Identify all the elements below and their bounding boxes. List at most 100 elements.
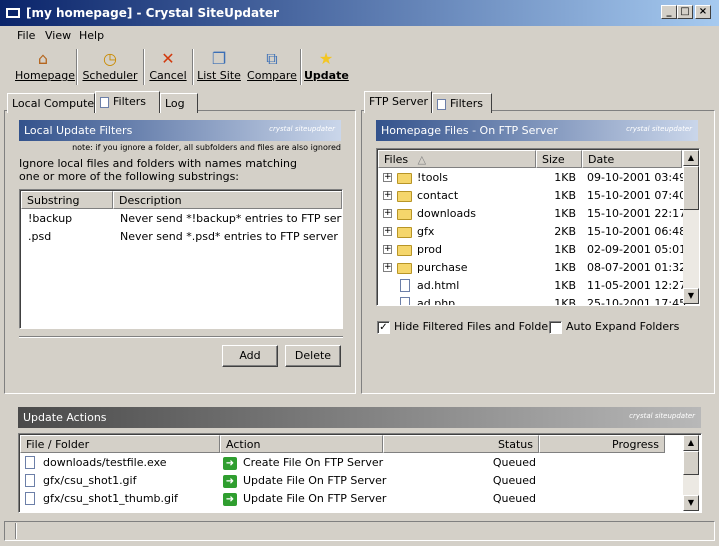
file-size: 1KB [554, 171, 576, 184]
list-site-label: List Site [197, 69, 241, 82]
list-site-button[interactable]: ❐ List Site [197, 47, 241, 87]
scroll-thumb[interactable] [683, 166, 699, 210]
actions-vertical-scrollbar[interactable]: ▲ ▼ [683, 435, 699, 511]
file-date: 25-10-2001 17:45 [587, 297, 687, 306]
file-size: 1KB [554, 189, 576, 202]
ftp-file-tree: Files △ Size Date + !tools 1KB 09-10-2001 0… [376, 148, 700, 306]
action-status: Queued [492, 456, 536, 469]
table-row[interactable]: !backup Never send *!backup* entries to … [20, 210, 342, 228]
update-label: Update [304, 69, 349, 82]
column-header-action[interactable]: Action [220, 435, 383, 453]
column-header-size[interactable]: Size [536, 150, 582, 168]
column-label: Description [119, 194, 182, 207]
expand-icon[interactable]: + [383, 227, 392, 236]
table-row[interactable]: .psd Never send *.psd* entries to FTP se… [20, 228, 342, 246]
tab-filters[interactable]: Filters [95, 91, 160, 113]
tab-label: Log [165, 97, 185, 110]
substring-cell: .psd [28, 230, 52, 243]
file-icon [400, 296, 410, 305]
tab-ftp-server[interactable]: FTP Server [364, 91, 432, 113]
pages-icon: ❐ [211, 49, 227, 68]
close-button[interactable]: × [695, 5, 711, 19]
delete-button[interactable]: Delete [285, 345, 341, 367]
ftp-row[interactable]: + prod 1KB 02-09-2001 05:01 [377, 241, 699, 259]
compare-icon: ⧉ [266, 49, 278, 68]
menu-help[interactable]: Help [79, 29, 104, 42]
tab-local-computer[interactable]: Local Computer [7, 93, 99, 113]
compare-button[interactable]: ⧉ Compare [247, 47, 297, 87]
column-header-file[interactable]: File / Folder [20, 435, 220, 453]
action-file: gfx/csu_shot1_thumb.gif [43, 492, 178, 505]
file-date: 08-07-2001 01:32 [587, 261, 687, 274]
filters-intro-2: one or more of the following substrings: [19, 170, 239, 183]
file-date: 15-10-2001 22:17 [587, 207, 687, 220]
toolbar-separator [192, 49, 194, 85]
action-row[interactable]: gfx/csu_shot1_thumb.gif ➜ Update File On F… [19, 490, 701, 508]
filter-doc-icon [100, 96, 109, 108]
menu-file[interactable]: File [17, 29, 35, 42]
file-date: 15-10-2001 06:48 [587, 225, 687, 238]
ftp-row[interactable]: + contact 1KB 15-10-2001 07:40 [377, 187, 699, 205]
divider [19, 336, 343, 338]
title-bar: [my homepage] - Crystal SiteUpdater _ □ … [0, 0, 719, 26]
folder-icon [397, 189, 412, 202]
column-header-substring[interactable]: Substring [21, 191, 113, 209]
file-date: 02-09-2001 05:01 [587, 243, 687, 256]
scroll-down-button[interactable]: ▼ [683, 288, 699, 304]
menu-bar: File View Help [0, 27, 719, 45]
tab-log[interactable]: Log [160, 93, 198, 113]
compare-label: Compare [247, 69, 297, 82]
green-arrow-icon: ➜ [223, 492, 237, 506]
action-file: downloads/testfile.exe [43, 456, 167, 469]
filters-note: note: if you ignore a folder, all subfol… [72, 143, 341, 152]
column-header-status[interactable]: Status [383, 435, 539, 453]
ftp-vertical-scrollbar[interactable]: ▲ ▼ [683, 150, 699, 304]
green-arrow-icon: ➜ [223, 456, 237, 470]
column-header-files[interactable]: Files △ [378, 150, 536, 168]
ftp-row[interactable]: + !tools 1KB 09-10-2001 03:49 [377, 169, 699, 187]
folder-icon [397, 243, 412, 256]
action-row[interactable]: downloads/testfile.exe ➜ Create File On FT… [19, 454, 701, 472]
app-icon[interactable] [6, 8, 20, 18]
file-name: ad.html [417, 279, 460, 292]
update-button[interactable]: ★ Update [304, 47, 349, 87]
expand-icon[interactable]: + [383, 263, 392, 272]
column-header-description[interactable]: Description [113, 191, 342, 209]
add-button[interactable]: Add [222, 345, 278, 367]
folder-icon [397, 225, 412, 238]
ftp-row[interactable]: ad.php 1KB 25-10-2001 17:45 [377, 295, 699, 306]
cancel-button[interactable]: ✕ Cancel [148, 47, 188, 87]
scroll-up-button[interactable]: ▲ [683, 150, 699, 166]
column-header-progress[interactable]: Progress [539, 435, 665, 453]
file-name: !tools [417, 171, 448, 184]
maximize-button[interactable]: □ [677, 5, 693, 19]
homepage-button[interactable]: ⌂ Homepage [15, 47, 75, 87]
expand-icon[interactable]: + [383, 245, 392, 254]
filters-table: Substring Description !backup Never send… [19, 189, 343, 329]
minimize-button[interactable]: _ [661, 5, 677, 19]
expand-icon[interactable]: + [383, 209, 392, 218]
ftp-row[interactable]: + purchase 1KB 08-07-2001 01:32 [377, 259, 699, 277]
expand-icon[interactable]: + [383, 173, 392, 182]
ftp-row[interactable]: ad.html 1KB 11-05-2001 12:27 [377, 277, 699, 295]
column-label: Substring [27, 194, 80, 207]
action-row[interactable]: gfx/csu_shot1.gif ➜ Update File On FTP Ser… [19, 472, 701, 490]
scheduler-button[interactable]: ◷ Scheduler [82, 47, 138, 87]
action-file: gfx/csu_shot1.gif [43, 474, 137, 487]
expand-icon[interactable]: + [383, 191, 392, 200]
scroll-thumb[interactable] [683, 451, 699, 475]
ftp-row[interactable]: + downloads 1KB 15-10-2001 22:17 [377, 205, 699, 223]
scroll-down-button[interactable]: ▼ [683, 495, 699, 511]
ftp-row[interactable]: + gfx 2KB 15-10-2001 06:48 [377, 223, 699, 241]
menu-view[interactable]: View [45, 29, 71, 42]
tab-ftp-filters[interactable]: Filters [432, 93, 492, 113]
hide-filtered-checkbox[interactable]: ✓ [377, 321, 390, 334]
scroll-up-button[interactable]: ▲ [683, 435, 699, 451]
brand-logo: crystal siteupdater [269, 125, 335, 133]
star-icon: ★ [318, 49, 334, 68]
column-header-date[interactable]: Date [582, 150, 682, 168]
file-name: downloads [417, 207, 476, 220]
action-type: Create File On FTP Server [243, 456, 384, 469]
homepage-label: Homepage [15, 69, 75, 82]
auto-expand-checkbox[interactable] [549, 321, 562, 334]
